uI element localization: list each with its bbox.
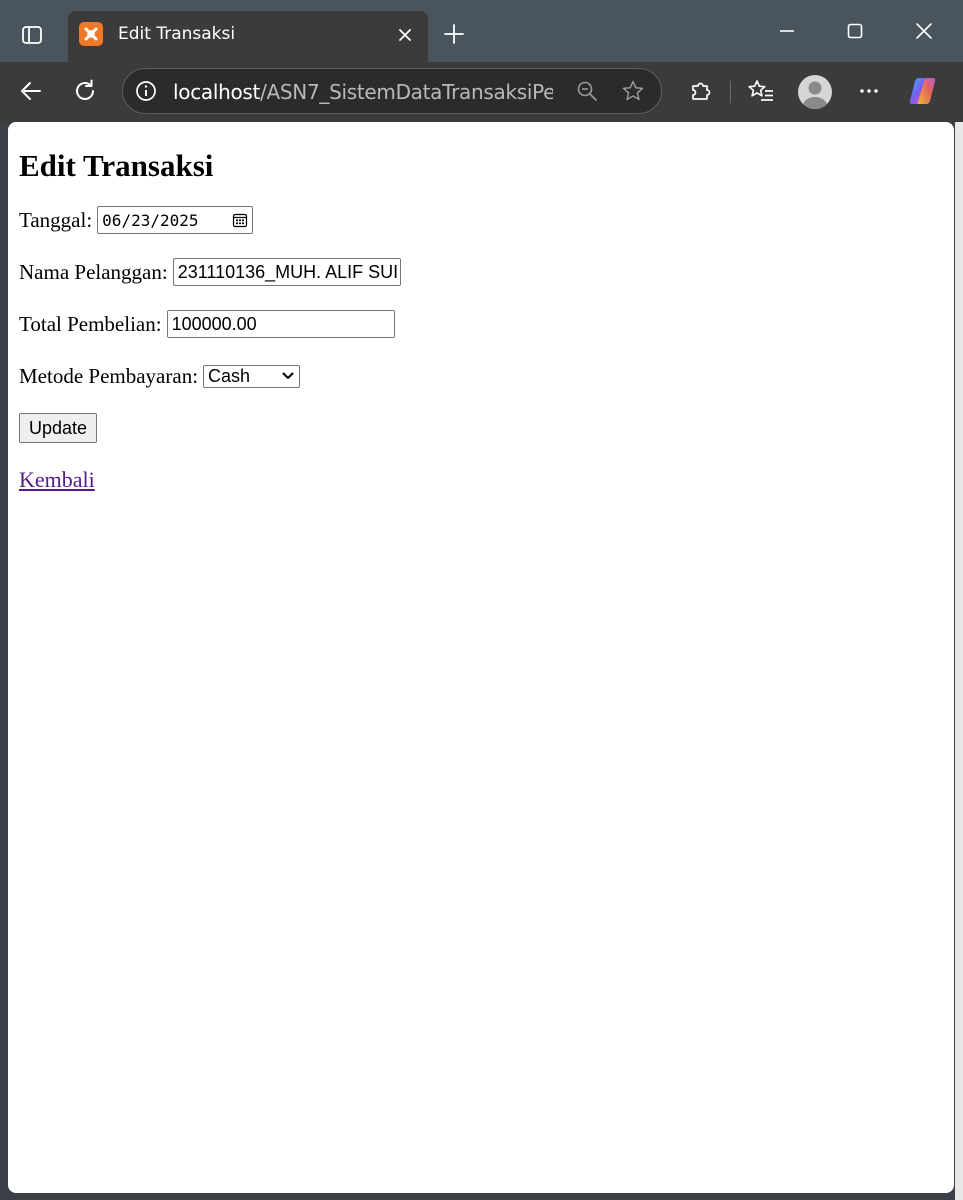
update-button[interactable]: Update bbox=[19, 413, 98, 443]
new-tab-button[interactable] bbox=[440, 20, 468, 48]
back-button[interactable] bbox=[14, 74, 48, 108]
extensions-button[interactable] bbox=[684, 74, 718, 108]
page-content: Edit Transaksi Tanggal: 06/23/2025 Nama … bbox=[8, 122, 954, 526]
title-bar: Edit Transaksi bbox=[0, 0, 963, 62]
tab-close-button[interactable] bbox=[394, 24, 416, 46]
more-menu-button[interactable] bbox=[852, 74, 886, 108]
active-tab[interactable]: Edit Transaksi bbox=[68, 11, 428, 62]
close-icon bbox=[399, 29, 411, 41]
favorite-star-icon[interactable] bbox=[621, 79, 645, 103]
maximize-button[interactable] bbox=[838, 14, 872, 48]
reload-icon bbox=[76, 79, 94, 100]
total-row: Total Pembelian: 100000.00 bbox=[19, 310, 943, 338]
tab-actions-icon bbox=[22, 26, 42, 44]
favorites-list-icon bbox=[748, 80, 773, 101]
metode-label: Metode Pembayaran: bbox=[19, 363, 199, 388]
copilot-icon bbox=[909, 78, 936, 104]
tanggal-value: 06/23/2025 bbox=[102, 210, 199, 230]
metode-pembayaran-select[interactable]: Cash bbox=[203, 364, 301, 388]
address-bar[interactable]: localhost/ASN7_SistemDataTransaksiPe... bbox=[122, 68, 662, 114]
nama-value: 231110136_MUH. ALIF SUI bbox=[177, 261, 399, 282]
more-horizontal-icon bbox=[860, 89, 878, 93]
window-close-button[interactable] bbox=[907, 14, 941, 48]
user-icon bbox=[803, 81, 827, 109]
page-viewport: Edit Transaksi Tanggal: 06/23/2025 Nama … bbox=[8, 122, 954, 1193]
arrow-left-icon bbox=[21, 82, 41, 100]
total-label: Total Pembelian: bbox=[19, 311, 162, 336]
chevron-down-icon bbox=[282, 372, 294, 379]
total-value: 100000.00 bbox=[171, 313, 257, 334]
tab-actions-button[interactable] bbox=[14, 18, 50, 52]
close-icon bbox=[916, 23, 932, 39]
page-title: Edit Transaksi bbox=[19, 148, 214, 183]
plus-icon bbox=[444, 24, 464, 44]
xampp-favicon-icon bbox=[79, 22, 103, 46]
kembali-link[interactable]: Kembali bbox=[19, 467, 95, 493]
tanggal-label: Tanggal: bbox=[19, 207, 93, 232]
url-host: localhost bbox=[173, 80, 261, 104]
nama-pelanggan-input[interactable]: 231110136_MUH. ALIF SUI bbox=[172, 258, 401, 286]
maximize-icon bbox=[847, 23, 863, 39]
copilot-button[interactable] bbox=[906, 74, 940, 108]
tanggal-date-input[interactable]: 06/23/2025 bbox=[97, 206, 254, 234]
minimize-icon bbox=[780, 30, 794, 32]
url-text[interactable]: localhost/ASN7_SistemDataTransaksiPe... bbox=[173, 80, 553, 104]
browser-window: Edit Transaksi localhost/ASN7_SistemData… bbox=[0, 0, 963, 1200]
minimize-button[interactable] bbox=[770, 14, 804, 48]
window-edge bbox=[955, 122, 963, 1200]
metode-value: Cash bbox=[208, 365, 251, 386]
info-icon[interactable] bbox=[134, 79, 158, 103]
reload-button[interactable] bbox=[68, 74, 102, 108]
total-pembelian-input[interactable]: 100000.00 bbox=[166, 310, 395, 338]
zoom-out-icon[interactable] bbox=[575, 79, 599, 103]
submit-row: Update bbox=[19, 413, 943, 443]
profile-avatar[interactable] bbox=[798, 75, 832, 109]
nama-label: Nama Pelanggan: bbox=[19, 259, 168, 284]
url-path: /ASN7_SistemDataTransaksiPe... bbox=[260, 80, 553, 104]
calendar-icon[interactable] bbox=[232, 212, 248, 228]
tanggal-row: Tanggal: 06/23/2025 bbox=[19, 206, 943, 234]
browser-toolbar: localhost/ASN7_SistemDataTransaksiPe... bbox=[0, 62, 963, 122]
metode-row: Metode Pembayaran: Cash bbox=[19, 362, 943, 390]
puzzle-icon bbox=[692, 82, 711, 100]
favorites-button[interactable] bbox=[744, 74, 778, 108]
tab-title: Edit Transaksi bbox=[118, 24, 236, 44]
back-link-row: Kembali bbox=[19, 466, 943, 494]
nama-row: Nama Pelanggan: 231110136_MUH. ALIF SUI bbox=[19, 258, 943, 286]
toolbar-divider bbox=[730, 81, 731, 103]
